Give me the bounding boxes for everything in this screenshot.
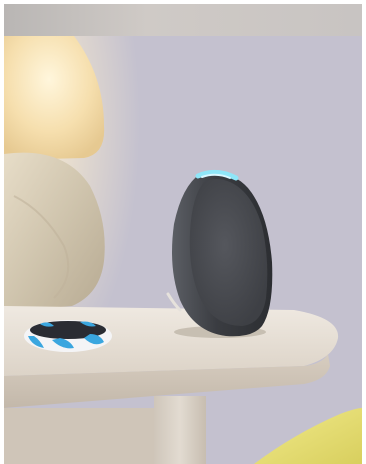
table-leg — [154, 396, 206, 464]
image-frame — [0, 0, 366, 464]
scene-illustration — [4, 36, 362, 464]
top-image-strip — [4, 4, 362, 36]
table-lower-front — [4, 408, 154, 464]
product-photo — [4, 36, 362, 464]
